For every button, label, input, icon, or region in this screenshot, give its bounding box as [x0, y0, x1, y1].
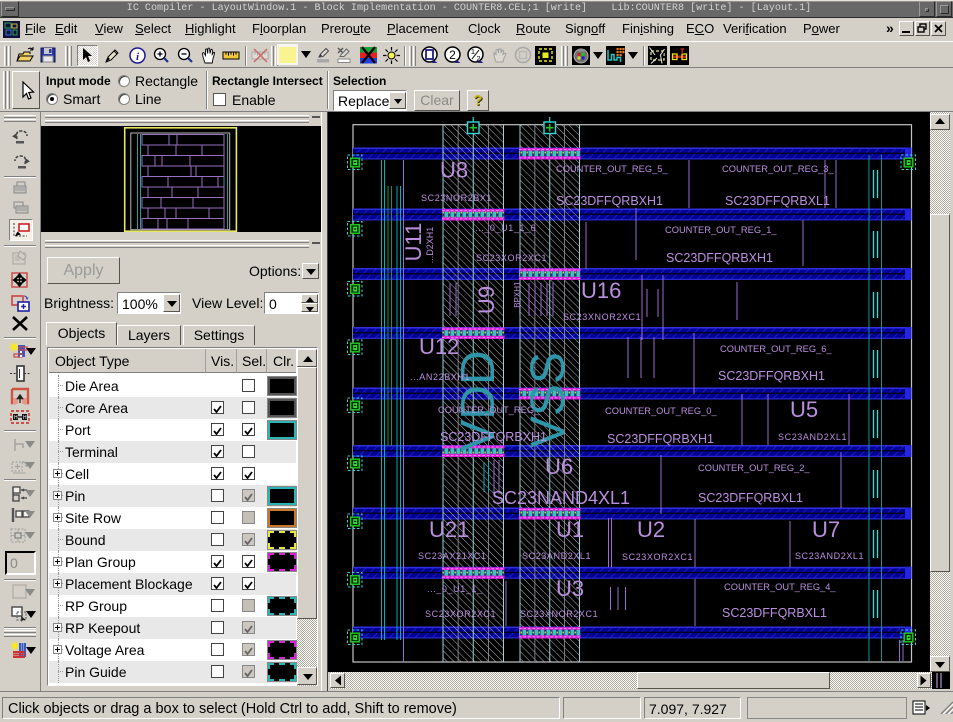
svg-text:SC23DFFQRBXL1: SC23DFFQRBXL1	[725, 194, 830, 208]
svg-text:COUNTER_OUT_REG_: COUNTER_OUT_REG_	[438, 405, 540, 415]
svg-text:...BPXH1: ...BPXH1	[513, 281, 522, 314]
svg-text:SC23DFFQRBXH1: SC23DFFQRBXH1	[556, 194, 663, 208]
svg-text:U6: U6	[545, 454, 573, 479]
svg-text:SC23AND2XL1: SC23AND2XL1	[778, 432, 847, 442]
svg-text:U9: U9	[474, 286, 499, 314]
svg-text:SC23DFFQRBXH1: SC23DFFQRBXH1	[440, 430, 547, 444]
svg-text:U11: U11	[401, 223, 426, 262]
svg-text:COUNTER_OUT_REG_4_: COUNTER_OUT_REG_4_	[724, 582, 836, 592]
svg-text:COUNTER_OUT_REG_3_: COUNTER_OUT_REG_3_	[722, 164, 834, 174]
svg-text:U21: U21	[429, 517, 469, 542]
svg-text:1: 1	[471, 47, 475, 56]
svg-text:U3: U3	[556, 576, 584, 601]
svg-text:..._0_U1_1_: ..._0_U1_1_	[427, 584, 483, 594]
svg-text:U2: U2	[637, 517, 665, 542]
svg-text:COUNTER_OUT_REG_0_: COUNTER_OUT_REG_0_	[605, 406, 717, 416]
svg-text:H: H	[14, 415, 18, 421]
svg-text:SC23NAND4XL1: SC23NAND4XL1	[492, 488, 630, 508]
svg-text:SC23XOR2XC1: SC23XOR2XC1	[622, 552, 693, 562]
svg-text:COUNTER_OUT_REG_2_: COUNTER_OUT_REG_2_	[698, 463, 810, 473]
svg-text:SC23XOR2XC1: SC23XOR2XC1	[476, 253, 547, 263]
svg-text:U8: U8	[440, 158, 468, 183]
svg-text:SC23XNOR2XC1: SC23XNOR2XC1	[520, 609, 598, 619]
svg-text:...D2XH1: ...D2XH1	[425, 227, 435, 264]
svg-text:..._0_U1_1_6: ..._0_U1_1_6	[475, 223, 536, 233]
svg-text:SC23DFFQRBXL1: SC23DFFQRBXL1	[722, 606, 827, 620]
svg-text:COUNTER_OUT_REG_6_: COUNTER_OUT_REG_6_	[720, 344, 832, 354]
svg-text:H: H	[23, 415, 27, 421]
svg-text:U5: U5	[790, 397, 818, 422]
svg-text:...AN22BXH1: ...AN22BXH1	[410, 372, 470, 382]
svg-text:U7: U7	[812, 517, 840, 542]
svg-text:SC23AX21XC1: SC23AX21XC1	[418, 551, 487, 561]
svg-text:SC23AND2XL1: SC23AND2XL1	[795, 551, 864, 561]
svg-text:U12: U12	[419, 334, 459, 359]
svg-text:SC23DFFQRBXL1: SC23DFFQRBXL1	[698, 491, 803, 505]
svg-text:2: 2	[449, 48, 456, 62]
svg-text:SC23DFFQRBXH1: SC23DFFQRBXH1	[718, 369, 825, 383]
svg-text:SC23XNOR2XC1: SC23XNOR2XC1	[563, 312, 641, 322]
svg-text:SC23NOR2BX1: SC23NOR2BX1	[421, 193, 492, 203]
svg-text:SC23DFFQRBXH1: SC23DFFQRBXH1	[607, 432, 714, 446]
svg-text:SC23XOR2XC1: SC23XOR2XC1	[425, 609, 496, 619]
svg-text:SC23DFFQRBXH1: SC23DFFQRBXH1	[666, 251, 773, 265]
svg-text:COUNTER_OUT_REG_5_: COUNTER_OUT_REG_5_	[556, 164, 668, 174]
svg-text:U1: U1	[556, 517, 584, 542]
svg-text:SC23AND2XL1: SC23AND2XL1	[522, 551, 591, 561]
svg-text:COUNTER_OUT_REG_1_: COUNTER_OUT_REG_1_	[665, 225, 777, 235]
svg-text:U16: U16	[581, 278, 621, 303]
